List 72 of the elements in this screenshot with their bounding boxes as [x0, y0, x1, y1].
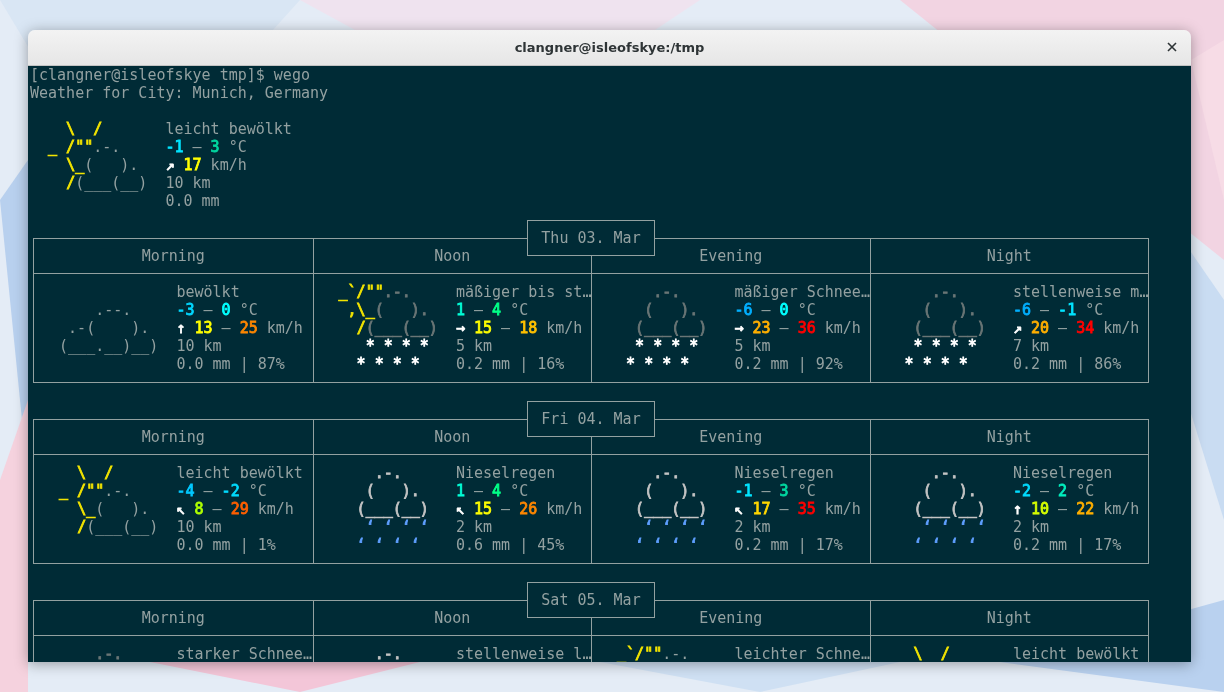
condition-text: Nieselregen — [734, 464, 835, 482]
visibility-text: 10 km — [176, 518, 223, 536]
weather-ascii-art: .-. ( ). (___(__) ‘ ‘ ‘ ‘ ‘ ‘ ‘ ‘ — [634, 464, 709, 554]
close-icon[interactable] — [1167, 42, 1177, 52]
wind-text: ↖ 15 – 26 km/h — [455, 500, 583, 518]
weather-ascii-art: .--. .-( ). (___.__)__) — [58, 300, 160, 357]
window-title: clangner@isleofskye:/tmp — [514, 40, 705, 55]
weather-ascii-art: \ / _ /"".-. \_( ). /(___(__) — [47, 120, 149, 194]
visibility-text: 7 km — [1012, 337, 1051, 355]
temperature-text: -2 – 2 °C — [1012, 482, 1096, 500]
temperature-text: -1 – 3 °C — [165, 138, 248, 156]
precipitation-text: 0.2 mm | 86% — [1012, 355, 1123, 373]
period-header: Morning — [34, 601, 313, 636]
weather-ascii-art: .-. — [94, 645, 124, 662]
wind-text: ↖ 17 – 35 km/h — [734, 500, 861, 518]
precipitation-text: 0.2 mm | 17% — [1012, 536, 1123, 554]
period-header: Morning — [34, 239, 313, 274]
visibility-text: 5 km — [455, 337, 494, 355]
wind-text: ↑ 10 – 22 km/h — [1012, 500, 1140, 518]
temperature-text: -3 – 0 °C — [176, 301, 259, 319]
wind-text: → 15 – 18 km/h — [455, 319, 584, 337]
condition-text: mäßiger bis st… — [455, 283, 592, 301]
wind-text: ↑ 13 – 25 km/h — [176, 319, 303, 337]
period-header: Morning — [34, 420, 313, 455]
temperature-text: 1 – 4 °C — [455, 301, 530, 319]
temperature-text: -4 – -2 °C — [176, 482, 268, 500]
precipitation-text: 0.0 mm — [165, 192, 221, 210]
temperature-text: -6 – -1 °C — [1012, 301, 1105, 319]
condition-text: leicht bewölkt — [165, 120, 292, 138]
visibility-text: 10 km — [176, 337, 223, 355]
weather-ascii-art: _`/"".-. — [616, 645, 691, 662]
condition-text: stellenweise m… — [1012, 283, 1149, 301]
temperature-text: -1 – 3 °C — [734, 482, 817, 500]
condition-text: bewölkt — [176, 283, 241, 301]
visibility-text: 2 km — [734, 518, 772, 536]
wind-text: ↗ 17 km/h — [165, 156, 248, 174]
visibility-text: 10 km — [165, 174, 212, 192]
command-line: [clangner@isleofskye tmp]$ wego — [30, 66, 311, 84]
precipitation-text: 0.2 mm | 92% — [734, 355, 844, 373]
period-header: Night — [870, 239, 1148, 274]
period-header: Night — [870, 601, 1148, 636]
output-text: Weather for City: Munich, Germany — [30, 84, 329, 102]
temperature-text: 1 – 4 °C — [455, 482, 530, 500]
condition-text: Nieselregen — [455, 464, 557, 482]
visibility-text: 2 km — [455, 518, 494, 536]
weather-ascii-art: .-. ( ). (___(__) * * * * * * * * — [903, 283, 987, 373]
weather-ascii-art: _`/"".-. ,\_( ). /(___(__) * * * * * * * * — [337, 283, 439, 373]
weather-ascii-art: \ / — [912, 645, 951, 662]
condition-text: starker Schnee… — [176, 645, 312, 662]
precipitation-text: 0.0 mm | 1% — [176, 536, 277, 554]
precipitation-text: 0.0 mm | 87% — [176, 355, 286, 373]
weather-ascii-art: \ / _ /"".-. \_( ). /(___(__) — [58, 464, 160, 538]
visibility-text: 2 km — [1012, 518, 1051, 536]
condition-text: leichter Schne… — [734, 645, 870, 662]
period-header: Night — [870, 420, 1148, 455]
condition-text: leicht bewölkt — [176, 464, 303, 482]
precipitation-text: 0.6 mm | 45% — [455, 536, 566, 554]
wind-text: → 23 – 36 km/h — [734, 319, 862, 337]
precipitation-text: 0.2 mm | 17% — [734, 536, 844, 554]
wind-text: ↗ 20 – 34 km/h — [1012, 319, 1141, 337]
weather-ascii-art: .-. — [373, 645, 403, 662]
weather-ascii-art: .-. ( ). (___(__) * * * * * * * * — [625, 283, 709, 373]
wind-text: ↖ 8 – 29 km/h — [176, 500, 295, 518]
weather-ascii-art: .-. ( ). (___(__) ‘ ‘ ‘ ‘ ‘ ‘ ‘ ‘ — [912, 464, 987, 554]
condition-text: Nieselregen — [1012, 464, 1114, 482]
temperature-text: -6 – 0 °C — [734, 301, 817, 319]
precipitation-text: 0.2 mm | 16% — [455, 355, 566, 373]
condition-text: mäßiger Schnee… — [734, 283, 870, 301]
weather-ascii-art: .-. ( ). (___(__) ‘ ‘ ‘ ‘ ‘ ‘ ‘ ‘ — [355, 464, 430, 554]
condition-text: stellenweise l… — [455, 645, 592, 662]
condition-text: leicht bewölkt — [1012, 645, 1140, 662]
visibility-text: 5 km — [734, 337, 772, 355]
